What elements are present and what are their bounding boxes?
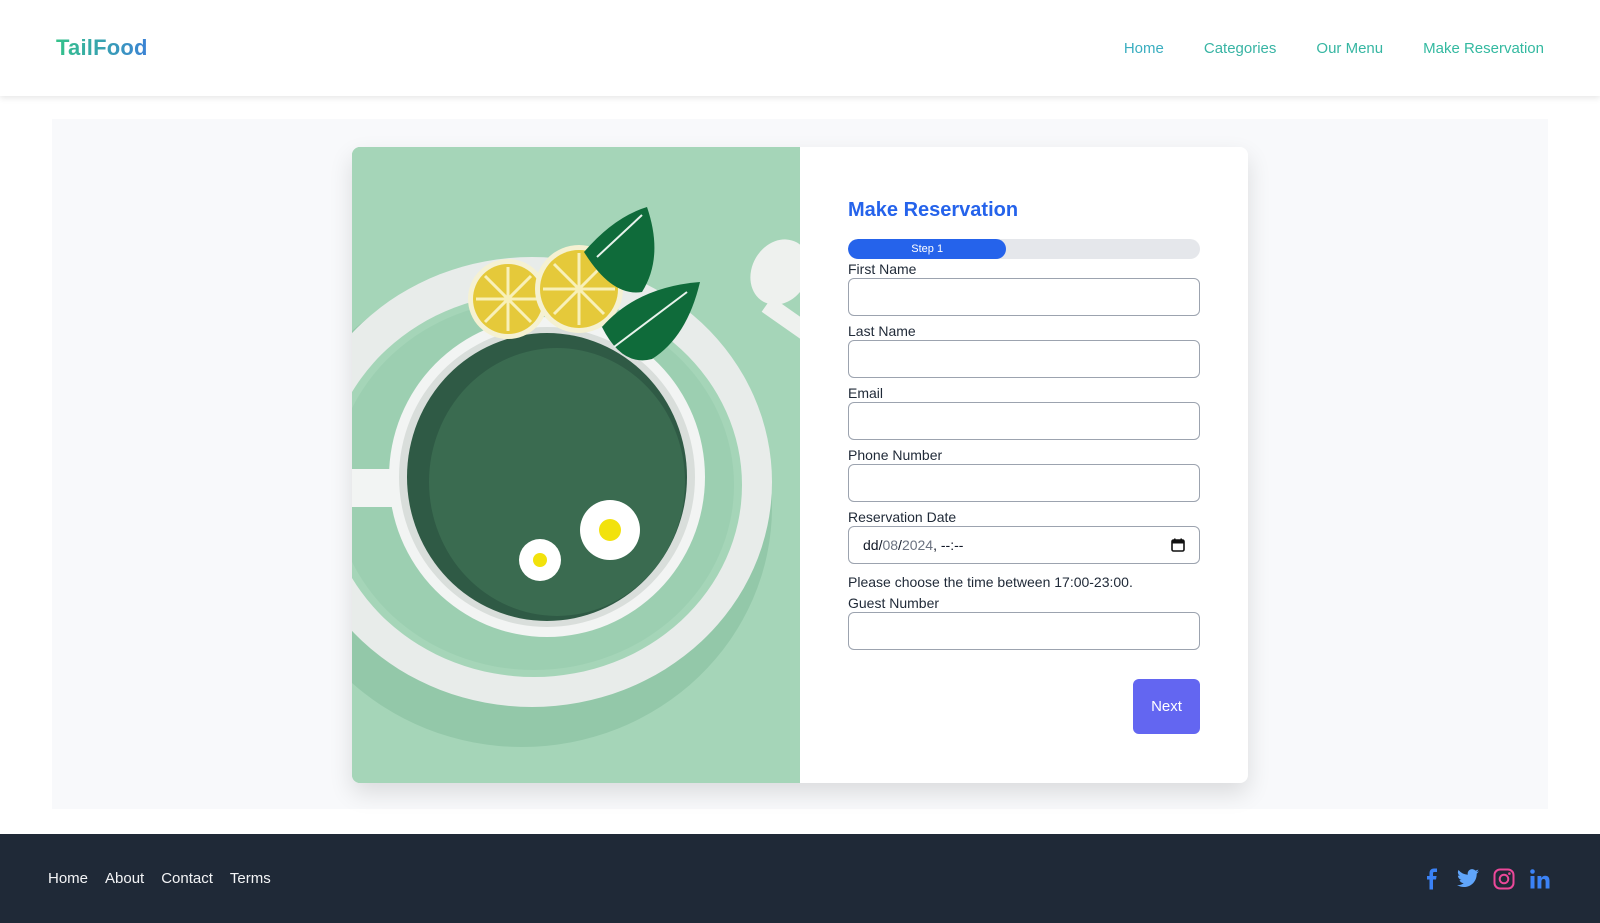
phone-input[interactable] (848, 464, 1200, 502)
social-links (1420, 867, 1552, 891)
linkedin-icon[interactable] (1528, 867, 1552, 891)
last-name-label: Last Name (848, 323, 916, 339)
footer-link-about[interactable]: About (105, 870, 144, 887)
site-footer: Home About Contact Terms (0, 834, 1600, 923)
first-name-input[interactable] (848, 278, 1200, 316)
main-nav: Home Categories Our Menu Make Reservatio… (1124, 40, 1544, 57)
nav-categories[interactable]: Categories (1204, 40, 1277, 57)
guest-number-label: Guest Number (848, 595, 940, 611)
calendar-icon[interactable] (1171, 538, 1185, 552)
tea-cup-image (352, 147, 800, 783)
progress-bar: Step 1 (848, 239, 1200, 259)
first-name-field: First Name (848, 261, 1200, 316)
nav-home[interactable]: Home (1124, 40, 1164, 57)
footer-links: Home About Contact Terms (48, 870, 271, 887)
time-hint: Please choose the time between 17:00-23:… (848, 574, 1133, 590)
last-name-input[interactable] (848, 340, 1200, 378)
phone-label: Phone Number (848, 447, 943, 463)
date-year: 2024 (901, 537, 934, 553)
last-name-field: Last Name (848, 323, 1200, 378)
nav-make-reservation[interactable]: Make Reservation (1423, 40, 1544, 57)
nav-our-menu[interactable]: Our Menu (1316, 40, 1383, 57)
twitter-icon[interactable] (1456, 867, 1480, 891)
footer-link-contact[interactable]: Contact (161, 870, 213, 887)
next-button[interactable]: Next (1133, 679, 1200, 734)
date-month: 08 (882, 537, 899, 553)
progress-fill: Step 1 (848, 239, 1007, 259)
date-value: dd/08/2024, --:-- (863, 537, 964, 553)
footer-link-terms[interactable]: Terms (230, 870, 271, 887)
guest-number-input[interactable] (848, 612, 1200, 650)
reservation-card: Make Reservation Step 1 First Name Last … (352, 147, 1248, 783)
progress-label: Step 1 (911, 243, 944, 255)
instagram-icon[interactable] (1492, 867, 1516, 891)
phone-field: Phone Number (848, 447, 1200, 502)
form-title: Make Reservation (848, 199, 1019, 221)
reservation-date-label: Reservation Date (848, 509, 957, 525)
tea-illustration (352, 147, 800, 783)
email-input[interactable] (848, 402, 1200, 440)
first-name-label: First Name (848, 261, 917, 277)
guest-number-field: Guest Number (848, 595, 1200, 650)
reservation-date-input[interactable]: dd/08/2024, --:-- (848, 526, 1200, 564)
email-field: Email (848, 385, 1200, 440)
reservation-date-field: Reservation Date dd/08/2024, --:-- (848, 509, 1200, 564)
footer-link-home[interactable]: Home (48, 870, 88, 887)
facebook-icon[interactable] (1420, 867, 1444, 891)
date-time: --:-- (940, 537, 964, 553)
email-label: Email (848, 385, 884, 401)
date-day: dd (863, 537, 879, 553)
site-header: TailFood Home Categories Our Menu Make R… (0, 0, 1600, 96)
site-logo[interactable]: TailFood (56, 35, 148, 61)
